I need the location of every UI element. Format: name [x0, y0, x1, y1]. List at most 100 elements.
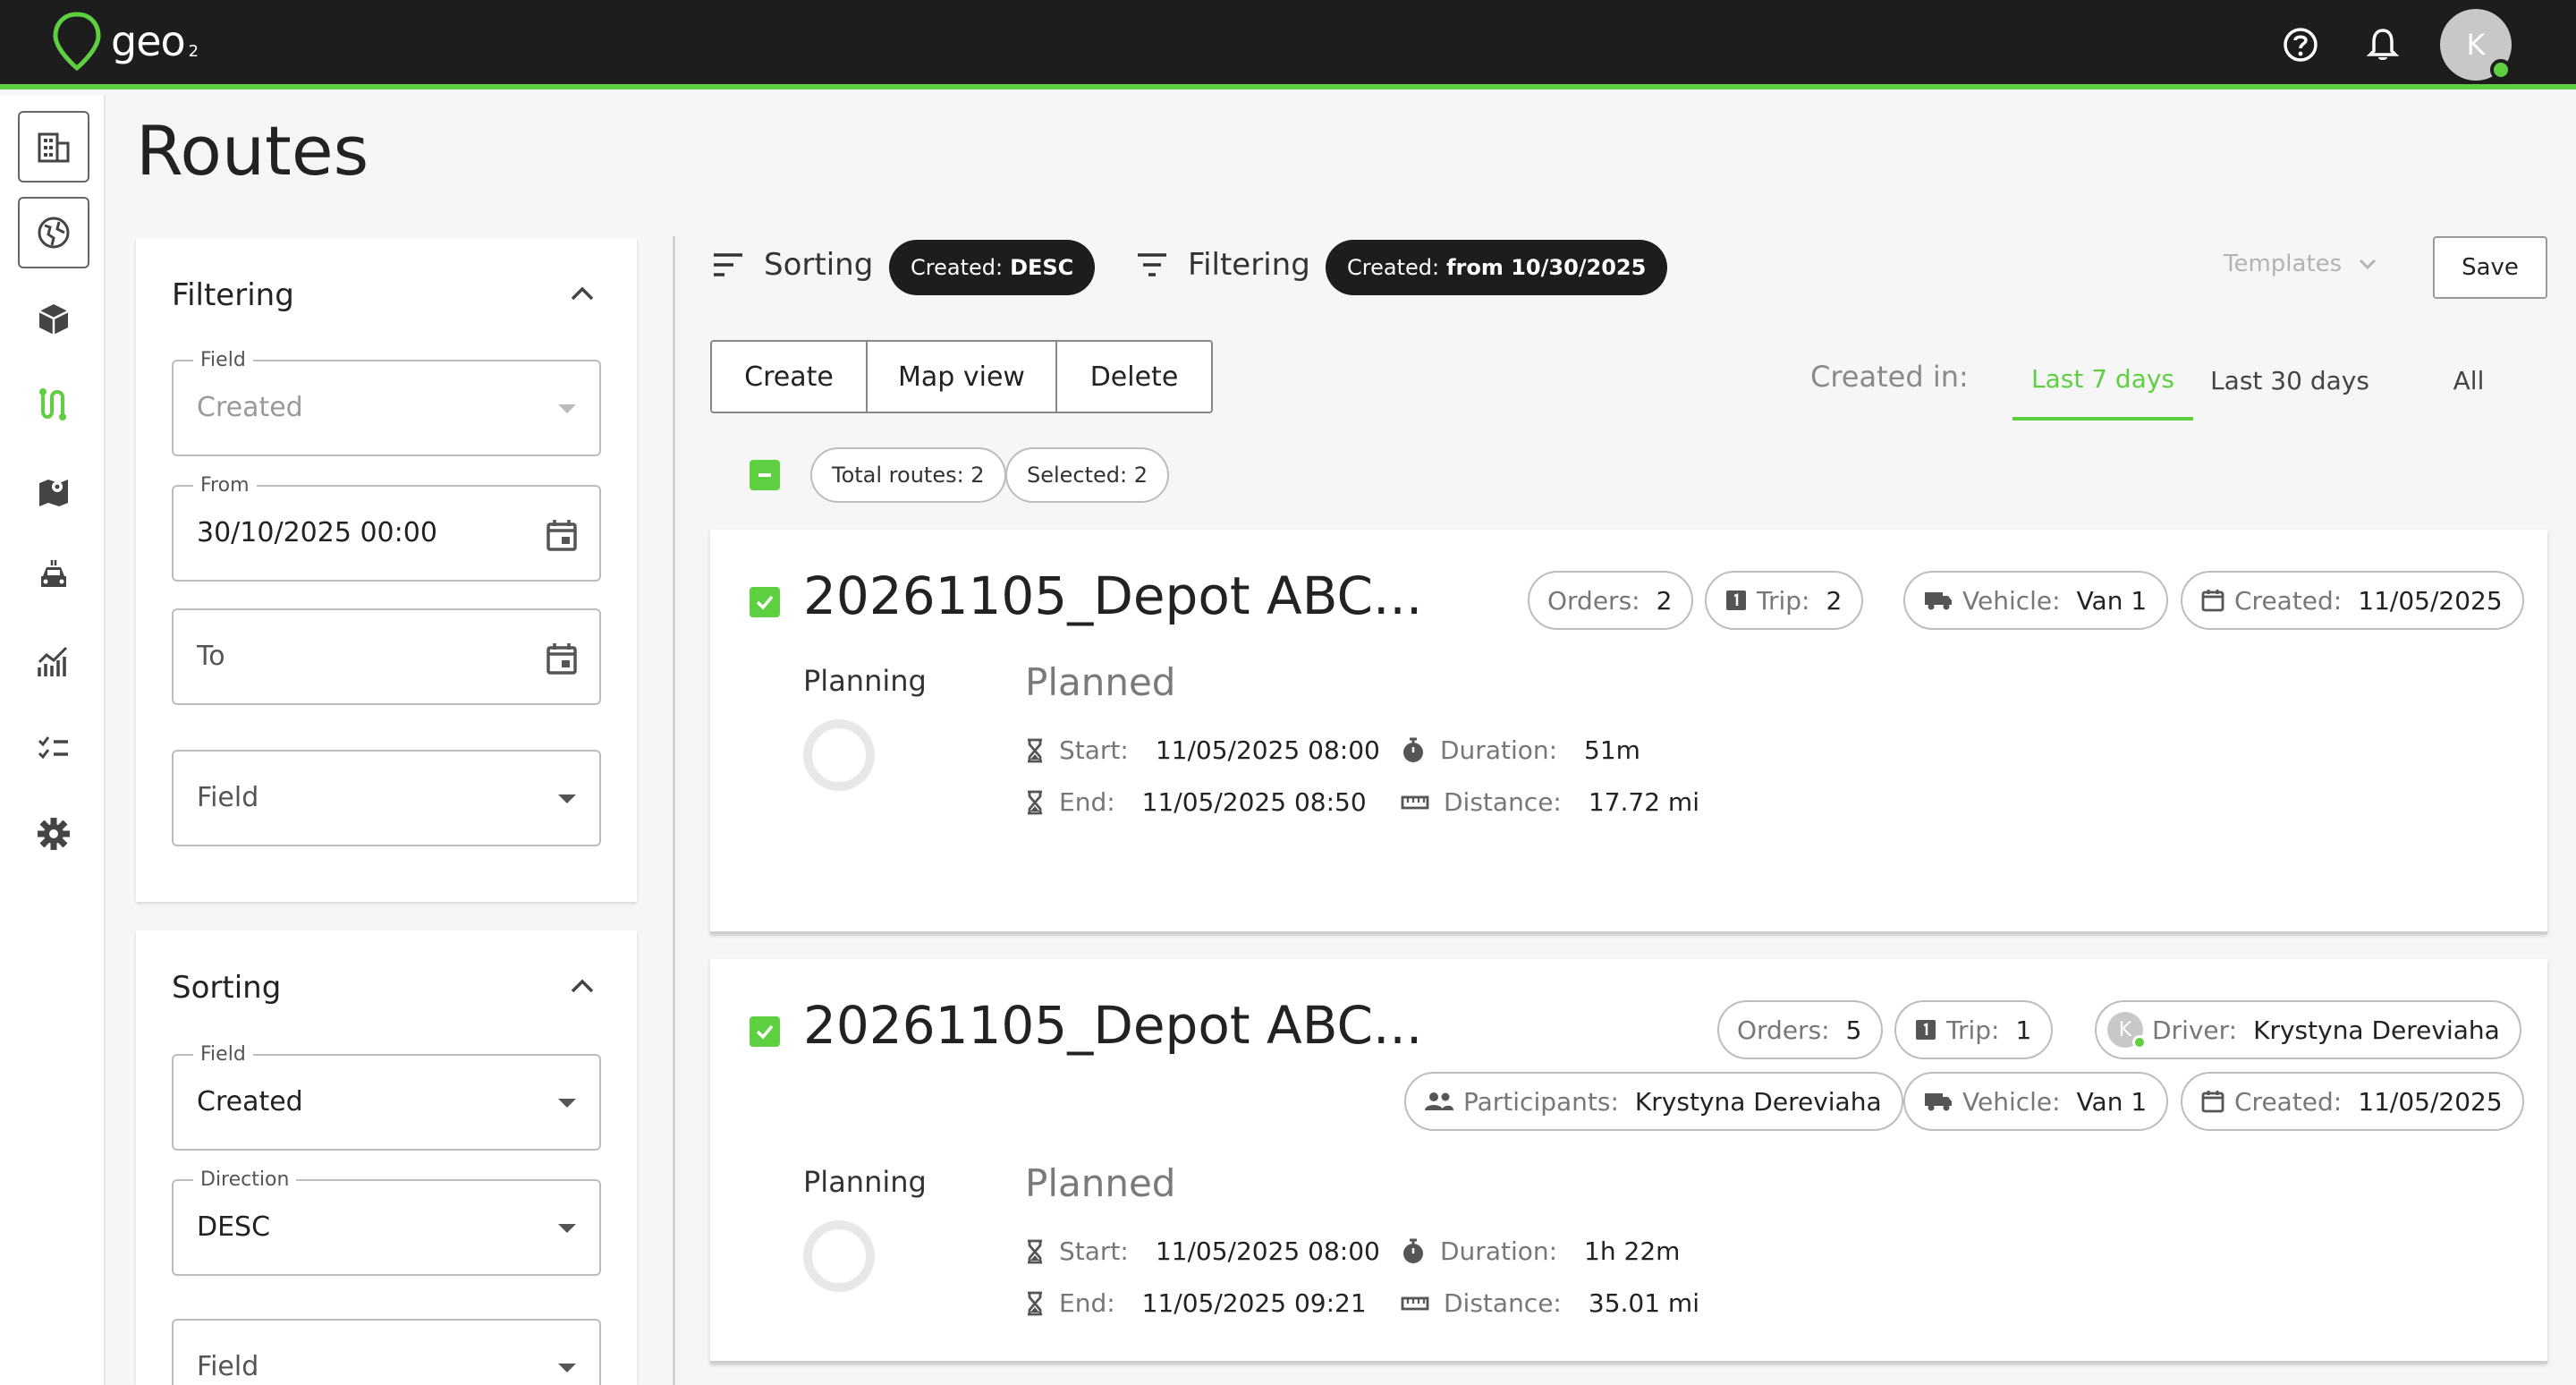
- top-bar: [0, 0, 2576, 89]
- chevron-down-icon: [2360, 259, 2377, 270]
- logo-text: geo: [111, 17, 186, 65]
- map-icon: [39, 480, 68, 506]
- created-chip: Created: 11/05/2025: [2181, 571, 2524, 630]
- chevron-up-icon[interactable]: [569, 285, 596, 302]
- app-logo[interactable]: geo 2: [50, 11, 199, 72]
- trip-label: Trip:: [1757, 585, 1810, 616]
- route-checkbox[interactable]: [750, 1016, 780, 1047]
- analytics-icon: [38, 646, 68, 676]
- hourglass-icon: [1028, 790, 1042, 814]
- driver-label: Driver:: [2152, 1015, 2238, 1045]
- calendar-icon[interactable]: [544, 517, 580, 553]
- sidebar-item-world[interactable]: [18, 197, 89, 268]
- filter-from-label: From: [193, 474, 257, 497]
- start-time: Start: 11/05/2025 08:00: [1025, 1236, 1380, 1266]
- start-time: Start: 11/05/2025 08:00: [1025, 735, 1380, 765]
- notifications-button[interactable]: [2361, 23, 2404, 66]
- sidebar-item-vehicles[interactable]: [18, 540, 89, 612]
- sort-field-select[interactable]: Field Created: [172, 1043, 601, 1151]
- bell-icon: [2367, 29, 2399, 60]
- tab-last-30-days[interactable]: Last 30 days: [2200, 340, 2379, 421]
- filtering-toggle[interactable]: Filtering: [1136, 247, 1310, 283]
- sorting-chip[interactable]: Created: DESC: [889, 240, 1096, 295]
- delete-button[interactable]: Delete: [1057, 342, 1211, 412]
- chevron-down-icon: [558, 794, 576, 803]
- route-title[interactable]: 20261105_Depot ABC...: [803, 565, 1422, 626]
- route-status: Planned: [1025, 1161, 1176, 1205]
- route-card[interactable]: 20261105_Depot ABC... Orders: 5 Trip: 1 …: [710, 959, 2547, 1364]
- sort-add-field-select[interactable]: Field: [172, 1319, 601, 1385]
- chevron-down-icon: [558, 1364, 576, 1372]
- filter-from-date-input[interactable]: From 30/10/2025 00:00: [172, 474, 601, 582]
- filtering-panel-title: Filtering: [172, 277, 294, 313]
- route-title[interactable]: 20261105_Depot ABC...: [803, 995, 1422, 1056]
- start-value: 11/05/2025 08:00: [1155, 1236, 1380, 1266]
- sort-direction-select[interactable]: Direction DESC: [172, 1168, 601, 1276]
- created-value: 11/05/2025: [2358, 585, 2503, 616]
- sorting-chip-key: Created:: [911, 255, 1004, 280]
- panel-divider: [673, 236, 675, 1385]
- save-button[interactable]: Save: [2433, 236, 2547, 299]
- vehicle-value: Van 1: [2076, 1086, 2148, 1117]
- participants-chip: Participants: Krystyna Dereviaha: [1404, 1072, 1903, 1131]
- filter-field-select[interactable]: Field Created: [172, 349, 601, 456]
- map-view-button[interactable]: Map view: [868, 342, 1057, 412]
- end-time: End: 11/05/2025 08:50: [1025, 787, 1367, 817]
- sorting-toggle[interactable]: Sorting: [712, 247, 873, 283]
- truck-icon: [1925, 1093, 1952, 1111]
- trip-value: 1: [2015, 1015, 2032, 1045]
- duration: Duration: 51m: [1401, 735, 1640, 765]
- calendar-icon: [2201, 590, 2224, 612]
- planning-label: Planning: [803, 664, 927, 698]
- route-card[interactable]: 20261105_Depot ABC... Orders: 2 Trip: 2 …: [710, 530, 2547, 934]
- sidebar-item-routes[interactable]: [18, 369, 89, 440]
- sidebar-item-depots[interactable]: [18, 111, 89, 183]
- filter-add-field-select[interactable]: Field: [172, 750, 601, 846]
- sidebar-item-settings[interactable]: [18, 798, 89, 870]
- sidebar-item-tasks[interactable]: [18, 712, 89, 784]
- orders-label: Orders:: [1547, 585, 1640, 616]
- templates-label: Templates: [2224, 251, 2343, 277]
- filter-from-value: 30/10/2025 00:00: [197, 517, 437, 548]
- orders-value: 5: [1845, 1015, 1862, 1045]
- sidebar-item-analytics[interactable]: [18, 626, 89, 698]
- driver-avatar: K: [2107, 1012, 2147, 1049]
- chevron-down-icon: [558, 1099, 576, 1108]
- vehicle-label: Vehicle:: [1962, 1086, 2061, 1117]
- filtering-chip-key: Created:: [1347, 255, 1440, 280]
- distance-label: Distance:: [1444, 787, 1562, 817]
- route-status: Planned: [1025, 660, 1176, 704]
- help-button[interactable]: [2279, 23, 2322, 66]
- driver-avatar-initial: K: [2118, 1018, 2132, 1041]
- create-button[interactable]: Create: [712, 342, 868, 412]
- chevron-up-icon[interactable]: [569, 977, 596, 995]
- start-label: Start:: [1059, 735, 1129, 765]
- sorting-panel: Sorting Field Created Direction DESC Fie…: [136, 930, 637, 1385]
- page-title: Routes: [136, 111, 369, 191]
- distance-value: 17.72 mi: [1588, 787, 1699, 817]
- tab-last-7-days[interactable]: Last 7 days: [2012, 340, 2193, 421]
- select-all-checkbox[interactable]: [750, 460, 780, 490]
- planning-progress-ring: [803, 719, 875, 791]
- created-value: 11/05/2025: [2358, 1086, 2503, 1117]
- filtering-chip[interactable]: Created: from 10/30/2025: [1326, 240, 1668, 295]
- filtering-label: Filtering: [1188, 247, 1310, 283]
- calendar-icon[interactable]: [544, 641, 580, 676]
- checklist-icon: [38, 736, 68, 760]
- trip-chip: Trip: 2: [1705, 571, 1864, 630]
- chevron-down-icon: [558, 1224, 576, 1233]
- route-checkbox[interactable]: [750, 587, 780, 617]
- sidebar-item-orders[interactable]: [18, 283, 89, 354]
- geo-pin-icon: [53, 12, 101, 72]
- created-in-label: Created in:: [1810, 360, 1969, 394]
- sort-direction-value: DESC: [197, 1211, 271, 1243]
- filter-to-date-input[interactable]: To: [172, 608, 601, 705]
- templates-dropdown[interactable]: Templates: [2224, 251, 2377, 277]
- sidebar-item-map[interactable]: [18, 455, 89, 526]
- distance-label: Distance:: [1444, 1288, 1562, 1318]
- end-value: 11/05/2025 08:50: [1141, 787, 1367, 817]
- route-icon: [39, 388, 66, 421]
- tab-all[interactable]: All: [2397, 340, 2540, 421]
- filtering-panel: Filtering Field Created From 30/10/2025 …: [136, 238, 637, 902]
- trip-chip: Trip: 1: [1894, 1000, 2054, 1059]
